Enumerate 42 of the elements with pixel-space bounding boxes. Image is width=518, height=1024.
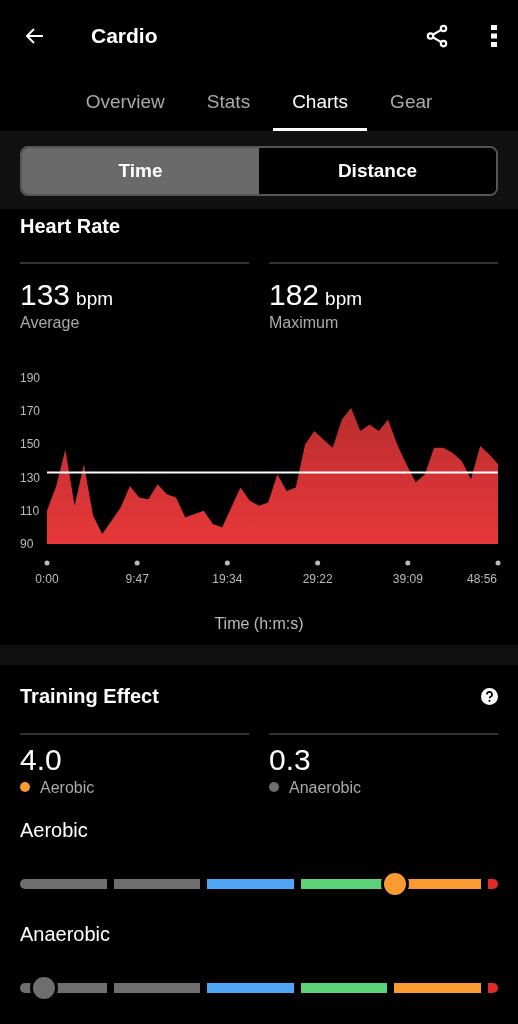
stat-value: 4.0	[20, 743, 63, 777]
help-icon[interactable]	[481, 688, 498, 705]
stat-unit: bpm	[76, 288, 114, 310]
axis-label: 170	[20, 404, 41, 419]
axis-label: 110	[20, 503, 40, 518]
stat-value: 133	[20, 278, 71, 312]
tab[interactable]: Stats	[187, 72, 270, 131]
axis-label: 0:00	[35, 572, 59, 586]
share-icon[interactable]	[424, 23, 450, 49]
axis-label: 90	[20, 537, 34, 551]
axis-label: 48:56	[466, 572, 497, 586]
tick-dot	[495, 560, 501, 566]
tick-dot	[405, 560, 411, 566]
axis-label: 190	[20, 371, 41, 385]
stat-label: Anaerobic	[289, 779, 362, 797]
axis-label: 150	[20, 437, 41, 452]
axis-label: 9:47	[125, 572, 149, 586]
page-title: Cardio	[91, 24, 158, 48]
axis-label: 39:09	[392, 572, 423, 586]
scale-label: Aerobic	[20, 819, 89, 842]
more-icon[interactable]	[490, 24, 498, 48]
stat-label: Maximum	[269, 314, 340, 332]
stat-label: Average	[20, 314, 81, 332]
section-title: Training Effect	[20, 685, 159, 708]
stat-unit: bpm	[325, 288, 363, 310]
segment-button[interactable]: Time	[22, 148, 259, 194]
tick-dot	[44, 560, 50, 566]
tab[interactable]: Overview	[66, 72, 184, 131]
tick-dot	[224, 560, 230, 566]
axis-label: 19:34	[212, 572, 243, 586]
stat-value: 0.3	[269, 743, 312, 777]
stat-label: Aerobic	[40, 779, 95, 797]
tick-dot	[134, 560, 140, 566]
axis-label: 130	[20, 470, 41, 485]
segment-button[interactable]: Distance	[259, 148, 496, 194]
axis-title: Time (h:m:s)	[213, 614, 305, 634]
scale-label: Anaerobic	[20, 923, 112, 946]
section-title: Heart Rate	[20, 214, 122, 238]
tab[interactable]: Gear	[371, 72, 452, 131]
tick-dot	[315, 560, 321, 566]
stat-value: 182	[269, 278, 320, 312]
axis-label: 29:22	[302, 572, 333, 586]
